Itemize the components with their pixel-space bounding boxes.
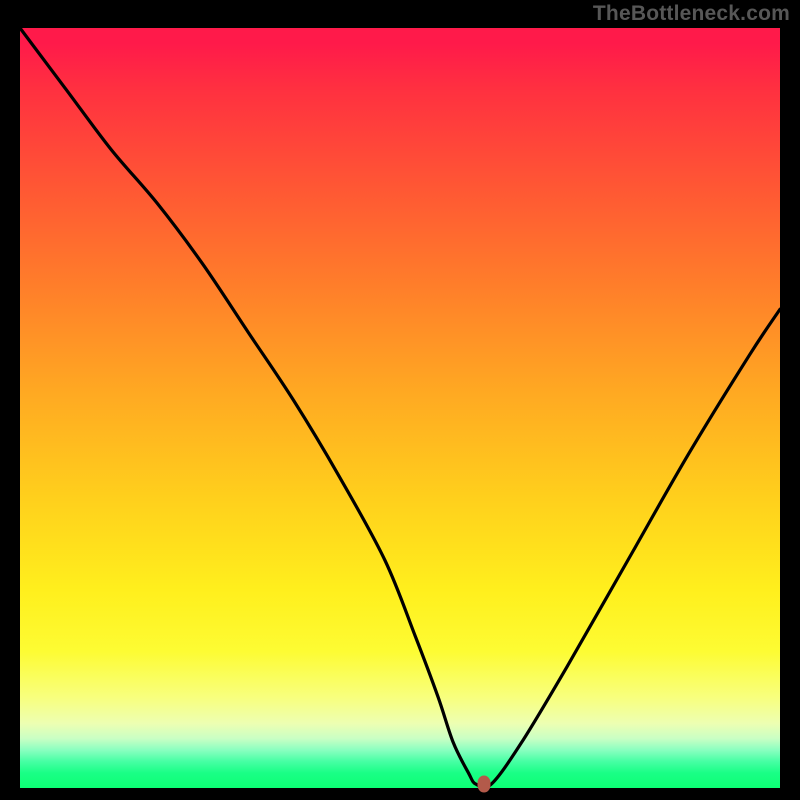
chart-frame: TheBottleneck.com — [0, 0, 800, 800]
bottleneck-curve — [20, 28, 780, 788]
curve-svg — [20, 28, 780, 788]
plot-area — [20, 28, 780, 788]
optimum-marker — [477, 776, 490, 793]
watermark-text: TheBottleneck.com — [593, 2, 790, 26]
